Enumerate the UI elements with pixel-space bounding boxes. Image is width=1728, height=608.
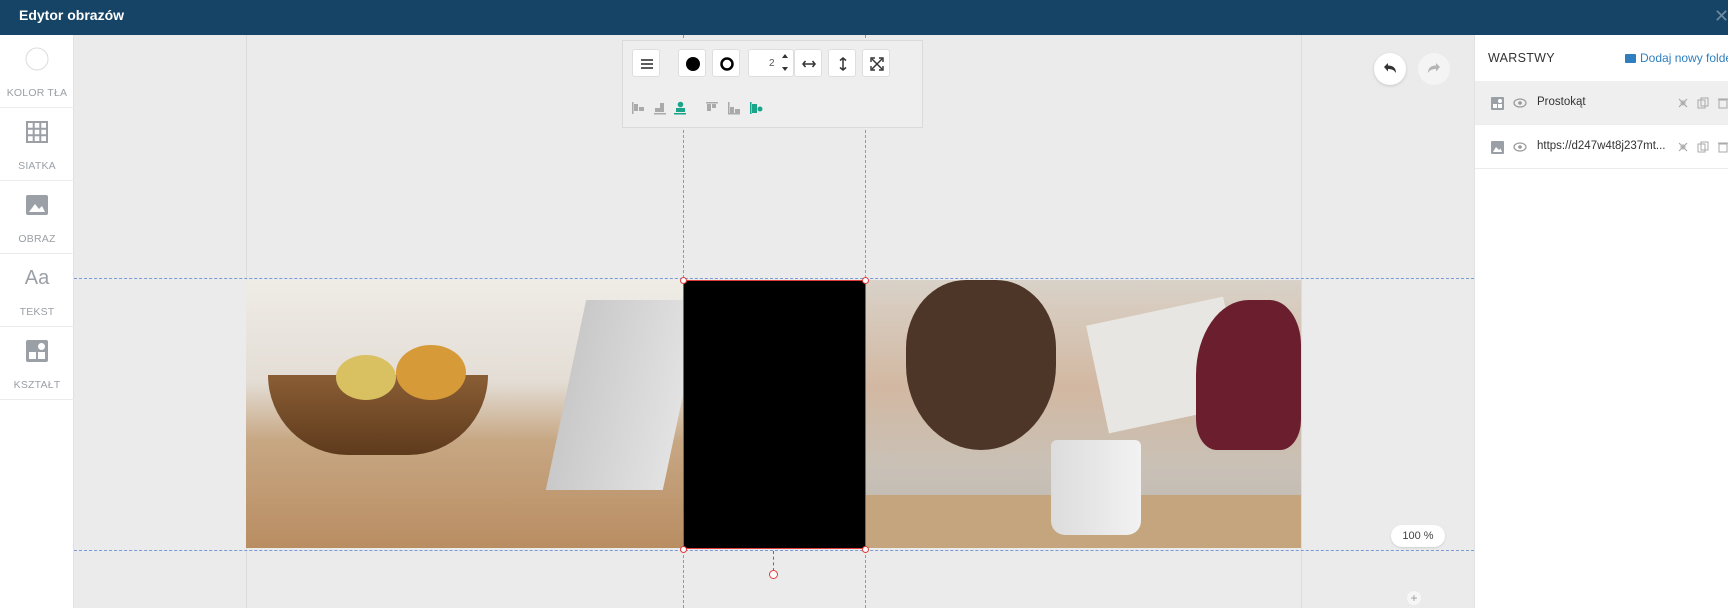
photo-person xyxy=(906,280,1056,450)
shape-layer-icon xyxy=(1491,97,1504,110)
duplicate-icon[interactable] xyxy=(1697,141,1709,153)
resize-handle[interactable] xyxy=(862,277,869,284)
resize-handle[interactable] xyxy=(862,546,869,553)
canvas-edge xyxy=(1301,35,1302,608)
resize-handle[interactable] xyxy=(680,546,687,553)
close-icon[interactable]: ✕ xyxy=(1714,6,1728,26)
align-right-icon[interactable] xyxy=(673,101,687,115)
tool-text[interactable]: Aa TEKST xyxy=(0,254,74,327)
tool-grid[interactable]: SIATKA xyxy=(0,108,74,181)
align-center-h-icon[interactable] xyxy=(653,101,667,115)
spin-up-icon[interactable] xyxy=(781,53,789,59)
layer-name: Prostokąt xyxy=(1537,96,1586,108)
layer-item[interactable]: Prostokąt xyxy=(1475,81,1728,125)
image-layer-icon xyxy=(1491,141,1504,154)
delete-icon[interactable] xyxy=(1717,141,1728,153)
stroke-color-button[interactable] xyxy=(712,49,740,77)
image-icon xyxy=(26,195,48,215)
fullscreen-button[interactable] xyxy=(862,49,890,77)
align-buttons xyxy=(631,101,921,119)
tool-image[interactable]: OBRAZ xyxy=(0,181,74,254)
tool-label: OBRAZ xyxy=(18,233,56,245)
fill-color-icon xyxy=(686,57,700,71)
fullscreen-icon xyxy=(870,57,884,71)
resize-handle[interactable] xyxy=(680,277,687,284)
photo-fruit xyxy=(396,345,466,400)
undo-button[interactable] xyxy=(1374,53,1406,85)
color-circle-icon xyxy=(25,47,49,71)
zoom-level[interactable]: 100 % xyxy=(1391,525,1445,547)
canvas-workspace[interactable]: 100 % + xyxy=(74,35,1474,608)
guide-line-horizontal xyxy=(74,550,1474,551)
align-bottom-icon[interactable] xyxy=(749,101,763,115)
tool-background-color[interactable]: KOLOR TŁA xyxy=(0,35,74,108)
photo-mug xyxy=(1051,440,1141,535)
undo-icon xyxy=(1384,63,1396,73)
tools-sidebar: KOLOR TŁA SIATKA OBRAZ Aa TEKST KSZTAŁT xyxy=(0,35,74,608)
folder-icon xyxy=(1625,54,1636,63)
move-icon[interactable] xyxy=(1677,141,1689,153)
text-icon: Aa xyxy=(24,267,50,289)
visibility-icon[interactable] xyxy=(1513,98,1527,108)
shape-toolbar xyxy=(622,40,923,128)
add-folder-button[interactable]: Dodaj nowy folder xyxy=(1625,51,1728,65)
visibility-icon[interactable] xyxy=(1513,142,1527,152)
delete-icon[interactable] xyxy=(1717,97,1728,109)
align-center-v-icon[interactable] xyxy=(727,101,741,115)
layers-title: WARSTWY xyxy=(1488,51,1555,65)
stretch-horizontal-button[interactable] xyxy=(794,49,822,77)
move-icon[interactable] xyxy=(1677,97,1689,109)
tool-label: TEKST xyxy=(19,306,55,318)
stretch-vertical-icon xyxy=(839,57,847,71)
grid-icon xyxy=(26,121,48,143)
guide-line-horizontal xyxy=(74,278,1474,279)
photo-knee xyxy=(1196,300,1301,450)
duplicate-icon[interactable] xyxy=(1697,97,1709,109)
redo-button[interactable] xyxy=(1418,53,1450,85)
zoom-in-button[interactable]: + xyxy=(1407,591,1421,605)
align-left-icon[interactable] xyxy=(631,101,645,115)
fill-color-button[interactable] xyxy=(678,49,706,77)
stretch-horizontal-icon xyxy=(802,60,816,68)
layers-panel: WARSTWY Dodaj nowy folder Prostokąt http… xyxy=(1474,35,1728,608)
layer-item[interactable]: https://d247w4t8j237mt... xyxy=(1475,125,1728,169)
menu-button[interactable] xyxy=(632,49,660,77)
tool-label: SIATKA xyxy=(18,160,56,172)
tool-label: KSZTAŁT xyxy=(13,379,61,391)
tool-label: KOLOR TŁA xyxy=(6,87,68,99)
align-top-icon[interactable] xyxy=(705,101,719,115)
stretch-vertical-button[interactable] xyxy=(828,49,856,77)
tool-shape[interactable]: KSZTAŁT xyxy=(0,327,74,400)
rotation-line xyxy=(773,551,774,571)
stroke-color-icon xyxy=(720,57,734,71)
rotation-handle[interactable] xyxy=(769,570,778,579)
window-title: Edytor obrazów xyxy=(19,7,125,23)
menu-icon xyxy=(641,59,653,69)
shapes-icon xyxy=(26,340,48,362)
title-bar: Edytor obrazów ✕ xyxy=(0,0,1728,35)
add-folder-label: Dodaj nowy folder xyxy=(1640,51,1728,65)
spin-down-icon[interactable] xyxy=(781,66,789,72)
selected-rectangle[interactable] xyxy=(683,280,866,549)
photo-fruit xyxy=(336,355,396,400)
layer-name: https://d247w4t8j237mt... xyxy=(1537,140,1666,152)
redo-icon xyxy=(1428,63,1440,73)
